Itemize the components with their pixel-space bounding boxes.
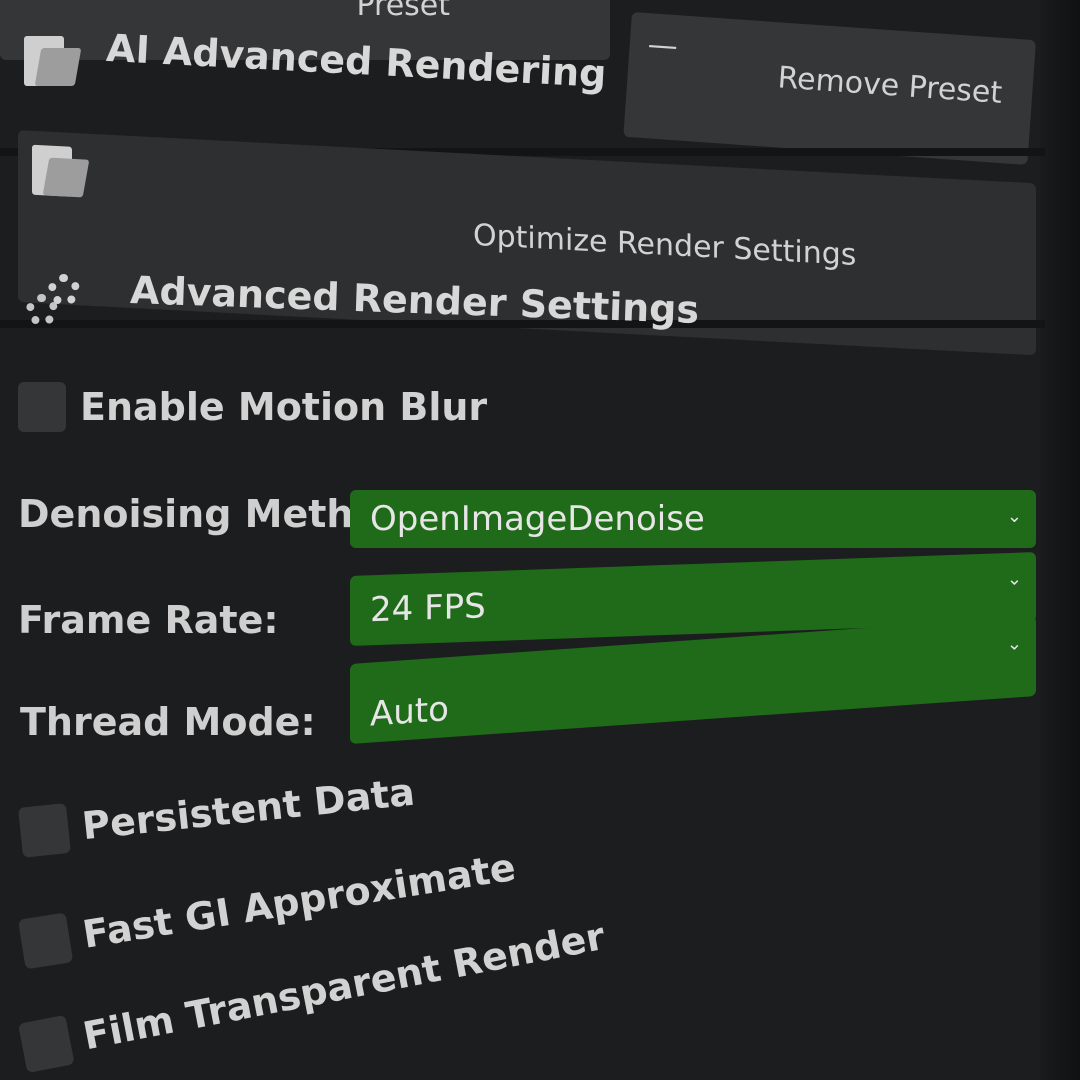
denoising-value: OpenImageDenoise (370, 499, 705, 539)
ai-rendering-header[interactable]: AI Advanced Rendering (24, 26, 607, 96)
frame-rate-value: 24 FPS (370, 586, 486, 631)
fast-gi-checkbox[interactable] (18, 912, 74, 970)
motion-blur-checkbox[interactable] (18, 382, 66, 432)
folder-icon (24, 30, 82, 92)
denoising-select[interactable]: OpenImageDenoise ⌄ (350, 490, 1036, 548)
thread-mode-label: Thread Mode: (20, 700, 316, 744)
advanced-settings-title: Advanced Render Settings (129, 268, 700, 332)
preset-button-label: Preset (356, 0, 450, 23)
motion-blur-label: Enable Motion Blur (80, 385, 488, 429)
panel-edge (1040, 0, 1080, 1080)
folder-icon (32, 139, 90, 204)
persistent-data-checkbox[interactable] (18, 802, 71, 858)
optimize-label: Optimize Render Settings (473, 217, 857, 273)
film-transparent-checkbox[interactable] (18, 1014, 75, 1074)
thread-mode-value: Auto (370, 689, 449, 735)
gear-icon (26, 270, 86, 330)
remove-preset-label: Remove Preset (776, 60, 1004, 111)
chevron-down-icon: ⌄ (1006, 633, 1022, 656)
minus-icon: — (646, 27, 679, 65)
ai-rendering-title: AI Advanced Rendering (105, 25, 608, 97)
advanced-settings-header[interactable]: Advanced Render Settings (26, 268, 700, 332)
chevron-down-icon: ⌄ (1006, 506, 1022, 527)
motion-blur-row[interactable]: Enable Motion Blur (18, 382, 487, 432)
frame-rate-label: Frame Rate: (18, 598, 279, 642)
chevron-down-icon: ⌄ (1006, 568, 1022, 591)
